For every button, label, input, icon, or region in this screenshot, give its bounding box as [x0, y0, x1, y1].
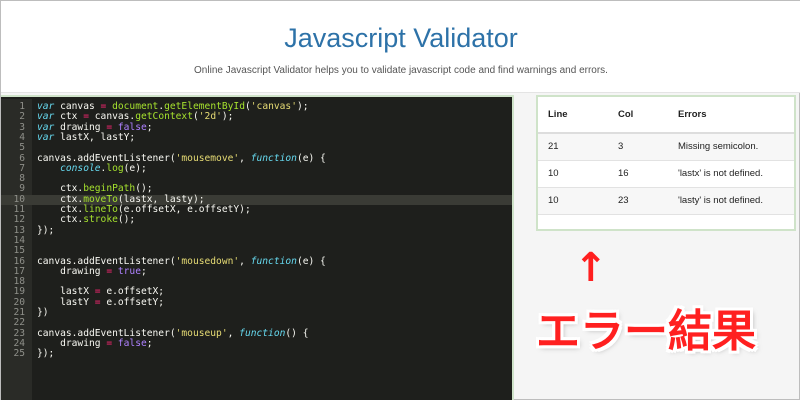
code-token: false [117, 337, 147, 349]
code-token: (e); [123, 162, 147, 174]
code-token: e.offsetY; [100, 296, 165, 308]
code-token: (e.offsetX, e.offsetY); [117, 204, 251, 215]
table-row: 21 3 Missing semicolon. [538, 133, 794, 161]
code-token: , [239, 255, 251, 267]
code-text: }); [37, 224, 55, 236]
code-text: drawing = false; [37, 337, 153, 349]
code-token: ); [296, 101, 309, 112]
cell-col: 3 [608, 133, 668, 161]
code-line[interactable]: 4 var lastX, lastY; [1, 131, 512, 143]
column-header-errors: Errors [668, 97, 794, 134]
line-number: 25 [13, 348, 25, 360]
code-token: true [117, 265, 141, 277]
code-token: (); [117, 214, 136, 226]
code-line[interactable]: 21}) [1, 307, 512, 318]
code-token: lastX, lastY; [54, 131, 136, 143]
code-text: console.log(e); [37, 162, 147, 174]
code-line[interactable]: 25}); [1, 348, 512, 360]
table-row: 10 16 'lastx' is not defined. [538, 160, 794, 188]
table-row: 10 23 'lasty' is not defined. [538, 187, 794, 215]
code-token: 'mouseup' [175, 327, 228, 339]
code-token: console [60, 162, 101, 174]
code-token: drawing [37, 265, 107, 277]
code-token: () { [285, 327, 309, 339]
code-token: ; [140, 265, 147, 277]
code-token: function [250, 152, 297, 164]
cell-line: 10 [538, 187, 608, 215]
code-token: ; [146, 121, 153, 133]
code-token: }); [37, 224, 55, 236]
code-token: '2d' [198, 111, 222, 123]
line-number: 15 [13, 245, 25, 257]
code-token: 'mousedown' [175, 255, 240, 267]
error-result-label: エラー結果 [536, 306, 756, 357]
code-token: }); [37, 348, 55, 360]
code-token: stroke [83, 214, 118, 226]
code-token: ); [221, 111, 234, 123]
validation-results-panel: Line Col Errors 21 3 Missing semicolon. … [536, 95, 796, 231]
cell-error: Missing semicolon. [668, 133, 794, 161]
code-token: 'canvas' [250, 101, 297, 112]
code-token: , [227, 327, 240, 339]
code-line[interactable]: 13}); [1, 224, 512, 236]
code-line[interactable]: 24 drawing = false; [1, 337, 512, 349]
code-token: ; [146, 337, 153, 349]
code-line[interactable]: 17 drawing = true; [1, 265, 512, 277]
column-header-col: Col [608, 97, 668, 134]
code-text: }) [37, 307, 49, 318]
code-token: }) [37, 307, 49, 318]
results-header-row: Line Col Errors [538, 97, 794, 134]
code-token: (e) { [296, 255, 326, 267]
code-token: function [239, 327, 286, 339]
cell-line: 10 [538, 160, 608, 188]
cell-col: 23 [608, 187, 668, 215]
cell-line: 21 [538, 133, 608, 161]
code-text: var lastX, lastY; [37, 131, 136, 143]
cell-error: 'lastx' is not defined. [668, 160, 794, 188]
code-line[interactable]: 14 [1, 235, 512, 246]
cell-error: 'lasty' is not defined. [668, 187, 794, 215]
code-token: log [106, 162, 124, 174]
code-line[interactable]: 12 ctx.stroke(); [1, 214, 512, 226]
code-token: function [250, 255, 297, 267]
column-header-line: Line [538, 97, 608, 134]
results-table: Line Col Errors 21 3 Missing semicolon. … [538, 97, 794, 215]
code-line[interactable]: 20 lastY = e.offsetY; [1, 296, 512, 308]
code-editor[interactable]: 1 var canvas = document.getElementById('c… [1, 99, 512, 400]
page-subtitle: Online Javascript Validator helps you to… [194, 65, 608, 76]
app-window: Javascript Validator Online Javascript V… [0, 0, 800, 400]
code-token: , [239, 152, 251, 164]
code-text: }); [37, 349, 54, 359]
line-number: 5 [19, 142, 25, 154]
page-title: Javascript Validator [284, 23, 518, 53]
code-editor-panel: 1 var canvas = document.getElementById('c… [1, 95, 514, 400]
cell-col: 16 [608, 160, 668, 188]
code-text: lastY = e.offsetY; [37, 296, 165, 308]
page-header: Javascript Validator Online Javascript V… [1, 1, 800, 93]
code-token: 'mousemove' [175, 152, 240, 164]
code-token: var [37, 131, 55, 143]
code-token: (e) { [296, 152, 326, 164]
code-text: drawing = true; [37, 265, 147, 277]
up-arrow-icon: ↑ [574, 245, 608, 291]
code-line[interactable]: 7 console.log(e); [1, 162, 512, 174]
